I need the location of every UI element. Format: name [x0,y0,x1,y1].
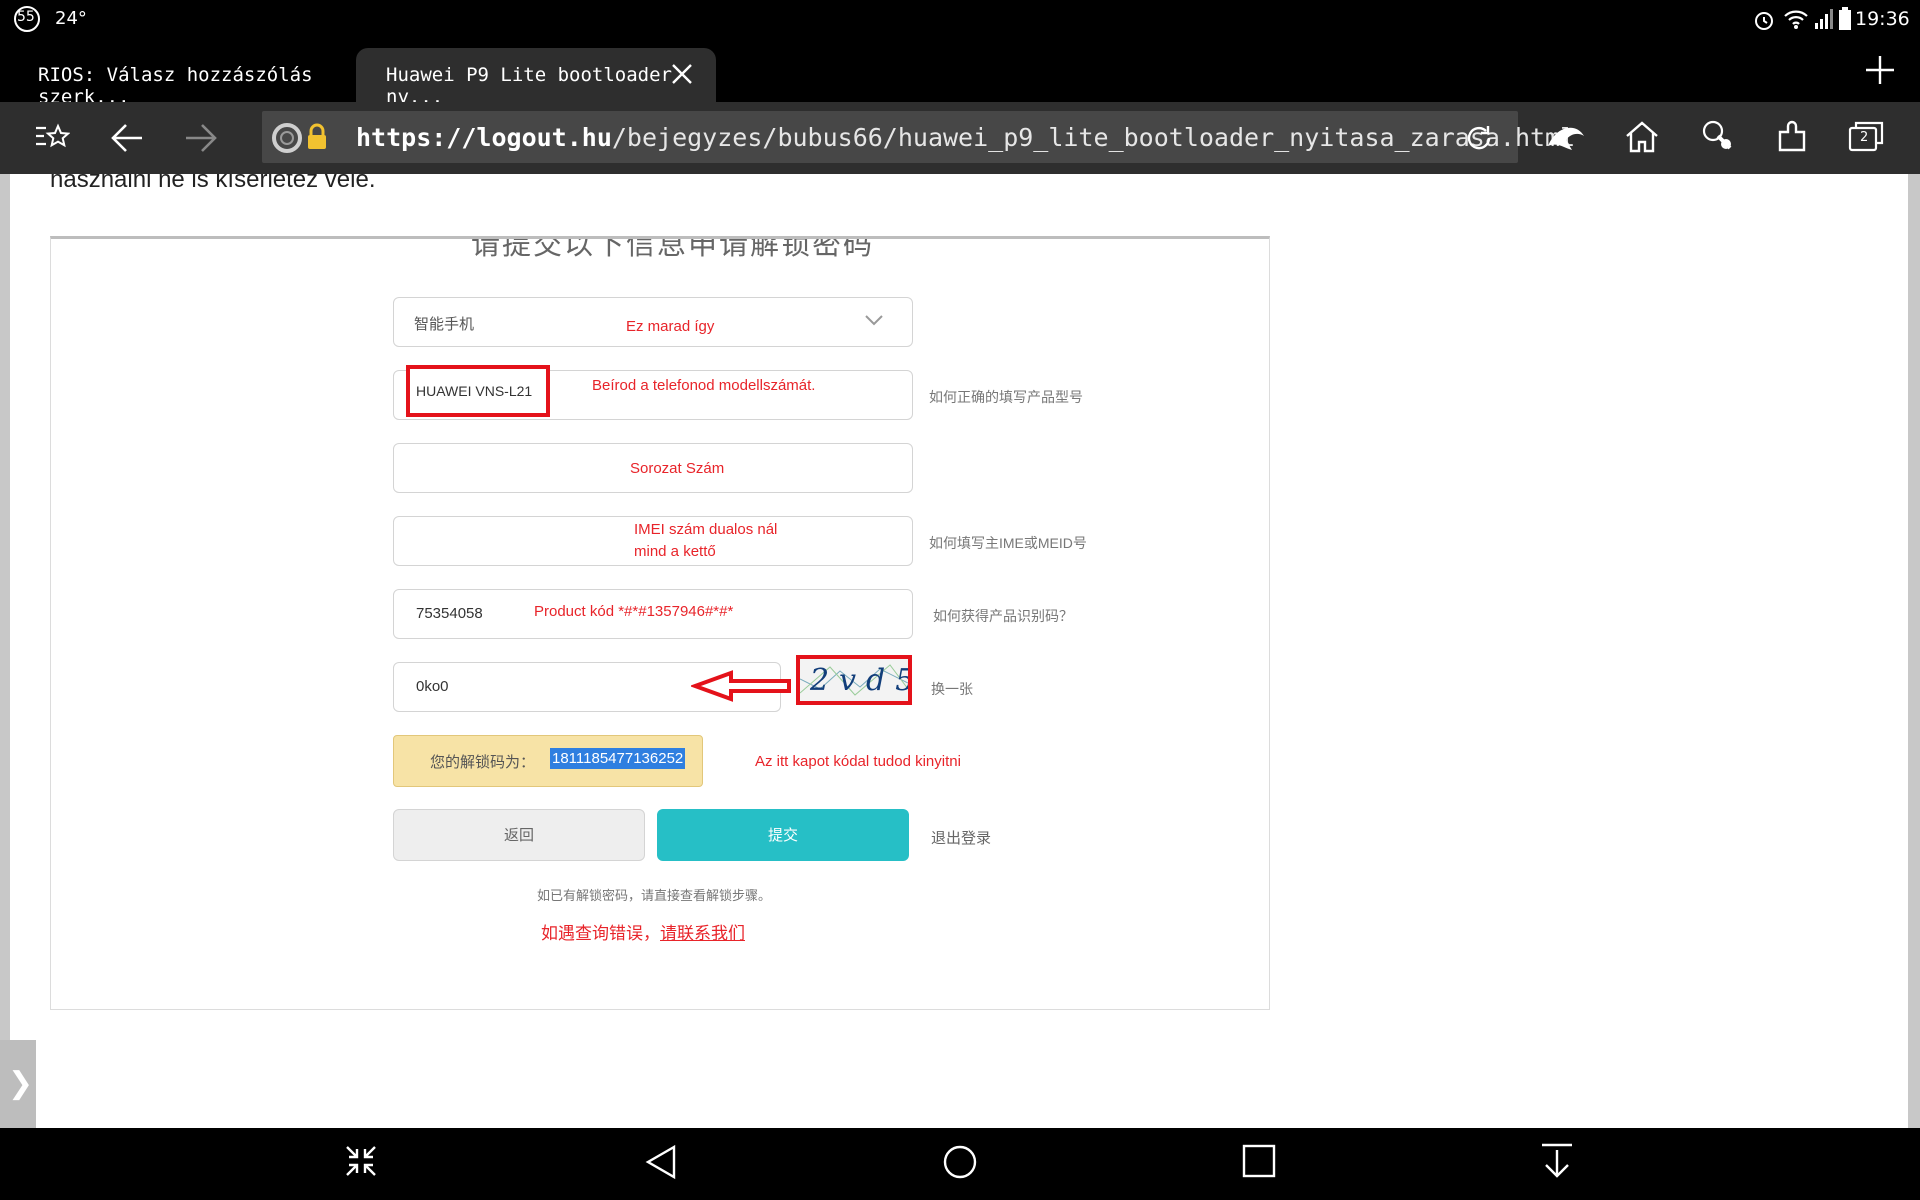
url-host: https://logout.hu [356,123,612,152]
gesture-icon[interactable] [1700,118,1736,154]
device-type-note: Ez marad így [626,318,715,335]
contact-us-link[interactable]: 请联系我们 [660,924,745,944]
signal-icon [1815,9,1833,29]
imei-hint-link[interactable]: 如何填写主IME或MEID号 [929,533,1087,553]
logout-link[interactable]: 退出登录 [931,827,991,848]
error-text: 如遇查询错误， [541,924,660,944]
tab-bar: RIOS: Válasz hozzászólás szerk... Huawei… [0,38,1920,108]
browser-toolbar: https://logout.hu/bejegyzes/bubus66/huaw… [0,102,1920,174]
submit-button-label: 提交 [767,826,798,844]
tab-rios[interactable]: RIOS: Válasz hozzászólás szerk... [0,48,350,108]
imei-note-line2: mind a kettő [634,543,716,560]
imei-note-line1: IMEI szám dualos nál [634,521,778,538]
tab-count: 2 [1860,130,1869,145]
unlock-form-screenshot: 请提交以下信息申请解锁密码 智能手机 Ez marad így Beírod a… [50,236,1270,1010]
side-panel-handle[interactable]: ❯ [0,1040,36,1128]
right-edge-bar [1908,174,1920,1128]
reload-icon[interactable] [1464,123,1494,153]
have-code-text: 如已有解锁密码，请直接查看解锁步骤。 [537,889,772,904]
collapse-icon[interactable] [344,1144,378,1178]
web-page[interactable]: ❯ használni ne is kísérletez vele. 请提交以下… [0,174,1920,1128]
captcha-text: 2vd5 [810,663,908,698]
device-type-value: 智能手机 [414,316,475,333]
forward-icon[interactable] [184,122,218,154]
unlock-note: Az itt kapot kódal tudod kinyitni [755,753,961,770]
navigation-bar [0,1128,1920,1200]
red-arrow-icon [691,670,791,702]
home-icon[interactable] [1624,120,1660,154]
address-bar[interactable]: https://logout.hu/bejegyzes/bubus66/huaw… [262,111,1575,163]
model-hint-link[interactable]: 如何正确的填写产品型号 [929,387,1083,407]
captcha-refresh-link[interactable]: 换一张 [931,679,973,699]
device-type-select[interactable]: 智能手机 Ez marad így [393,297,913,347]
model-note: Beírod a telefonod modellszámát. [592,377,816,394]
product-id-input[interactable]: 75354058 Product kód *#*#1357946#*#* [393,589,913,639]
back-button[interactable]: 返回 [393,809,645,861]
nav-back-icon[interactable] [644,1144,678,1180]
nav-home-icon[interactable] [942,1144,978,1180]
unlock-code-label: 您的解锁码为： [430,753,536,771]
close-tab-icon[interactable] [670,62,694,86]
serial-input[interactable]: Sorozat Szám [393,443,913,493]
form-title: 请提交以下信息申请解锁密码 [471,236,875,261]
error-line: 如遇查询错误，请联系我们 [541,919,745,944]
wifi-icon [1784,10,1808,29]
product-id-value: 75354058 [416,605,483,622]
alarm-icon [1755,12,1773,30]
unlock-code-box: 您的解锁码为： 1811185477136252 [393,735,703,787]
tab-huawei[interactable]: Huawei P9 Lite bootloader ny... [356,48,716,108]
lock-icon [308,123,326,149]
status-bar: 55 24° 19:36 [0,0,1920,38]
new-tab-icon[interactable] [1864,54,1896,86]
unlock-code-value: 1811185477136252 [550,748,686,769]
nav-recents-icon[interactable] [1242,1144,1276,1178]
model-value: HUAWEI VNS-L21 [416,383,533,399]
notification-count: 55 [17,9,35,25]
imei-input[interactable]: IMEI szám dualos nál mind a kettő [393,516,913,566]
site-icon [272,123,302,153]
product-hint-link[interactable]: 如何获得产品识别码？ [933,606,1073,626]
captcha-image: 2vd5 [796,655,912,705]
addons-icon[interactable] [1776,120,1808,154]
dolphin-icon[interactable] [1546,120,1586,154]
chevron-right-icon: ❯ [8,1066,34,1101]
hide-navbar-icon[interactable] [1540,1142,1574,1180]
battery-icon [1839,7,1851,30]
model-highlight-box: HUAWEI VNS-L21 [406,365,550,417]
clock: 19:36 [1855,8,1910,30]
url-text: https://logout.hu/bejegyzes/bubus66/huaw… [356,123,1575,152]
captcha-value: 0ko0 [416,678,449,695]
left-edge-bar [0,174,10,1128]
back-button-label: 返回 [503,826,534,844]
back-icon[interactable] [110,122,144,154]
chevron-down-icon [865,315,883,326]
submit-button[interactable]: 提交 [657,809,909,861]
intro-text: használni ne is kísérletez vele. [50,174,376,193]
serial-note: Sorozat Szám [630,460,725,477]
temperature: 24° [55,8,87,29]
bookmarks-icon[interactable] [34,122,70,154]
product-note: Product kód *#*#1357946#*#* [534,603,734,620]
url-path: /bejegyzes/bubus66/huawei_p9_lite_bootlo… [611,123,1576,152]
